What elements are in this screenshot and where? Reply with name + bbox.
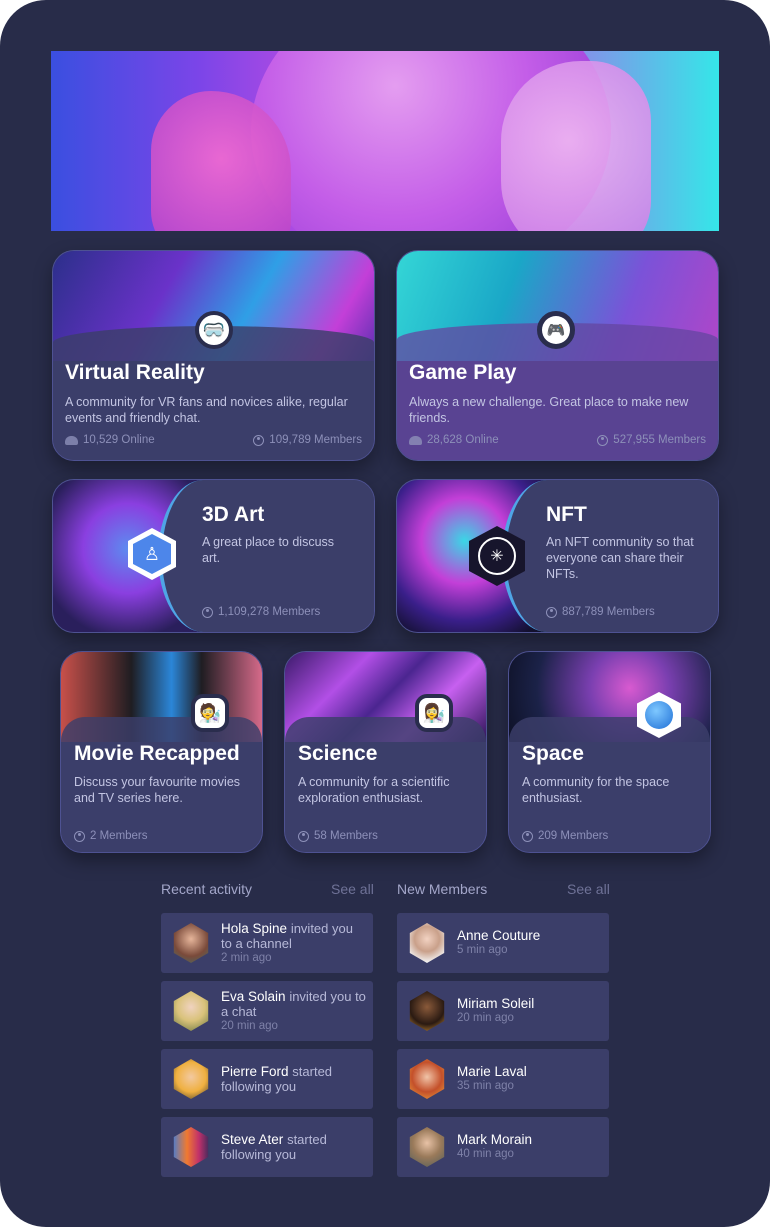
activity-item[interactable]: Hola Spine invited you to a channel 2 min… [161,913,373,973]
member-name[interactable]: Marie Laval [457,1064,527,1079]
user-icon [253,434,265,446]
avatar [409,991,445,1031]
member-count: 2 Members [74,830,148,842]
community-description: Always a new challenge. Great place to m… [409,395,689,425]
recent-activity-heading: Recent activity [161,881,253,897]
avatar [409,1059,445,1099]
community-card-game-play[interactable]: 🎮 Game Play Always a new challenge. Grea… [396,250,719,461]
member-count: 109,789 Members [253,434,362,446]
user-icon [597,434,609,446]
community-card-3d-art[interactable]: ♙ 3D Art A great place to discuss art. 1… [52,479,375,633]
member-name[interactable]: Anne Couture [457,928,540,943]
user-icon [522,830,533,842]
community-description: A community for a scientific exploration… [298,775,450,805]
activity-time: 20 min ago [221,1020,278,1032]
member-joined-time: 40 min ago [457,1148,514,1160]
activity-item[interactable]: Pierre Ford started following you [161,1049,373,1109]
member-name[interactable]: Mark Morain [457,1132,532,1147]
activity-user-name[interactable]: Eva Solain [221,989,286,1004]
community-card-space[interactable]: Space A community for the space enthusia… [508,651,711,853]
community-title: Space [522,742,584,765]
community-description: A community for the space enthusiast. [522,775,670,805]
community-card-nft[interactable]: ✳ NFT An NFT community so that everyone … [396,479,719,633]
member-item[interactable]: Marie Laval 35 min ago [397,1049,609,1109]
community-title: Science [298,742,378,765]
app-window: 🥽 Virtual Reality A community for VR fan… [0,0,770,1227]
member-count: 887,789 Members [546,606,655,618]
member-joined-time: 35 min ago [457,1080,514,1092]
hero-banner [51,51,719,231]
activity-user-name[interactable]: Hola Spine [221,921,287,936]
member-count: 1,109,278 Members [202,606,320,618]
science-icon: 👩‍🔬 [415,694,453,732]
activity-user-name[interactable]: Steve Ater [221,1132,283,1147]
user-icon [202,606,213,618]
gamepad-icon: 🎮 [537,311,575,349]
new-members-heading: New Members [397,881,488,897]
member-count: 58 Members [298,830,378,842]
activity-item[interactable]: Eva Solain invited you to a chat 20 min a… [161,981,373,1041]
member-item[interactable]: Anne Couture 5 min ago [397,913,609,973]
community-card-virtual-reality[interactable]: 🥽 Virtual Reality A community for VR fan… [52,250,375,461]
community-title: Virtual Reality [65,361,205,384]
user-icon [298,830,309,842]
member-item[interactable]: Mark Morain 40 min ago [397,1117,609,1177]
online-count: 28,628 Online [409,434,499,446]
online-count: 10,529 Online [65,434,155,446]
activity-time: 2 min ago [221,952,272,964]
community-title: Movie Recapped [74,742,240,765]
avatar [409,923,445,963]
member-name[interactable]: Miriam Soleil [457,996,534,1011]
avatar [173,1059,209,1099]
community-card-science[interactable]: 👩‍🔬 Science A community for a scientific… [284,651,487,853]
community-description: A community for VR fans and novices alik… [65,395,348,425]
member-count: 527,955 Members [597,434,706,446]
avatar [173,923,209,963]
new-members-see-all-link[interactable]: See all [567,881,610,897]
member-item[interactable]: Miriam Soleil 20 min ago [397,981,609,1041]
user-icon [74,830,85,842]
community-description: An NFT community so that everyone can sh… [546,535,694,581]
recent-activity-see-all-link[interactable]: See all [331,881,374,897]
online-icon [409,435,422,445]
vr-headset-icon: 🥽 [195,311,233,349]
avatar [173,1127,209,1167]
avatar [409,1127,445,1167]
user-icon [546,606,557,618]
hero-figure-right [501,61,651,231]
community-card-movie-recapped[interactable]: 🧑‍🔬 Movie Recapped Discuss your favourit… [60,651,263,853]
avatar [173,991,209,1031]
community-title: 3D Art [202,503,265,526]
movie-icon: 🧑‍🔬 [191,694,229,732]
community-description: A great place to discuss art. [202,535,335,565]
community-title: NFT [546,503,587,526]
member-joined-time: 5 min ago [457,944,508,956]
community-title: Game Play [409,361,517,384]
online-icon [65,435,78,445]
community-description: Discuss your favourite movies and TV ser… [74,775,241,805]
activity-item[interactable]: Steve Ater started following you [161,1117,373,1177]
activity-user-name[interactable]: Pierre Ford [221,1064,289,1079]
member-count: 209 Members [522,830,608,842]
member-joined-time: 20 min ago [457,1012,514,1024]
